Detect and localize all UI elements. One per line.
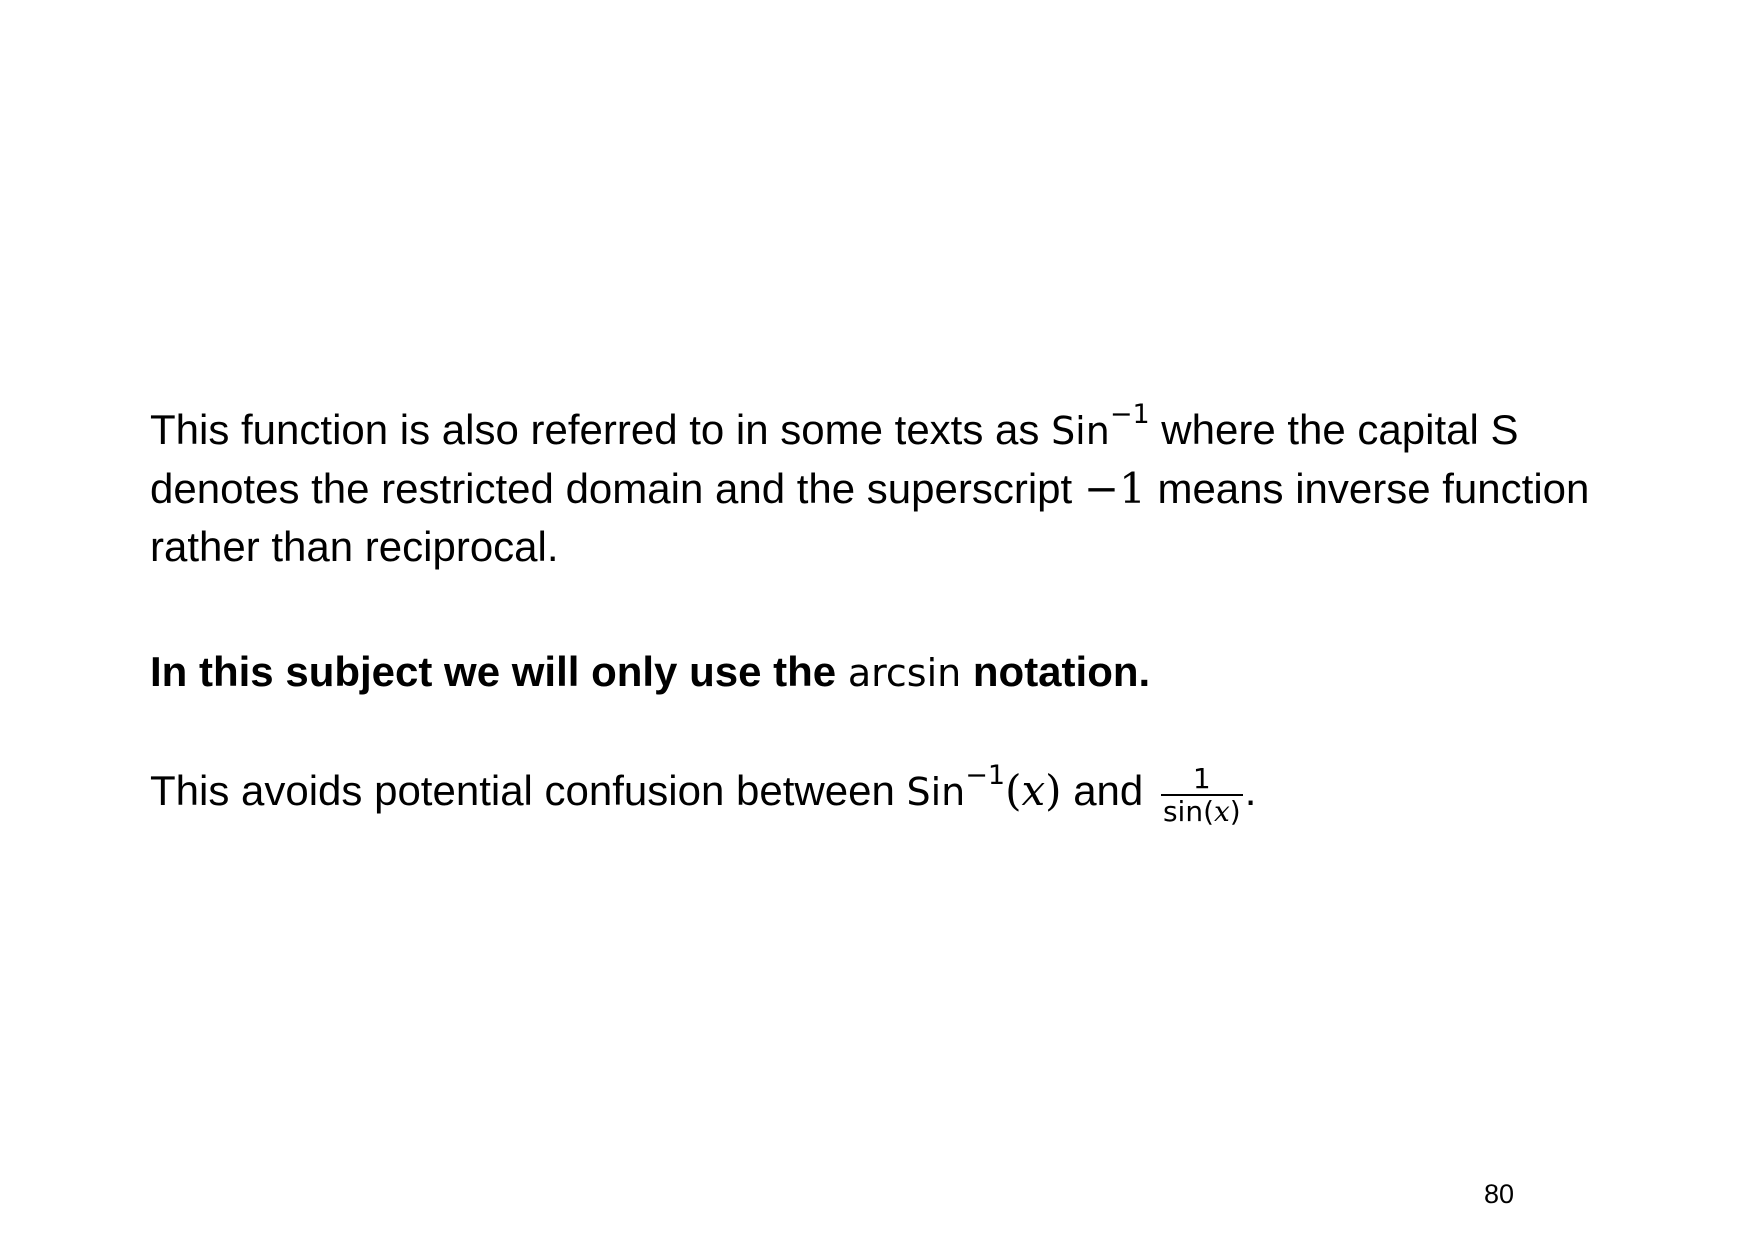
p2-text-b: notation. [961,648,1151,695]
paragraph-confusion: This avoids potential confusion between … [150,760,1590,828]
reciprocal-fraction: 1 sin(x) [1160,764,1243,828]
arcsin-symbol: arcsin [847,651,962,695]
fraction-numerator: 1 [1160,764,1243,796]
p3-text-c: . [1244,767,1257,815]
fraction-denominator: sin(x) [1161,796,1243,828]
denominator-close: ) [1229,795,1241,828]
paragraph-sin-inverse-notation: This function is also referred to in som… [150,401,1590,576]
inverse-exponent: −1 [1109,399,1150,430]
paren-open: ( [1005,766,1022,816]
paragraph-arcsin-policy: In this subject we will only use the arc… [150,643,1590,702]
paren-close: ) [1045,766,1062,816]
denominator-var: x [1214,795,1230,828]
inverse-exponent-2: −1 [965,760,1006,792]
p3-text-b: and [1061,767,1155,815]
slide: This function is also referred to in som… [0,0,1756,1242]
p3-text-a: This avoids potential confusion between [150,767,907,815]
p1-text-a: This function is also referred to in som… [150,406,1052,453]
page-number: 80 [1484,1179,1515,1209]
variable-x: x [1021,766,1046,816]
denominator-fn: sin( [1162,795,1214,828]
sin-capital-symbol: Sin [1051,409,1110,453]
p2-text-a: In this subject we will only use the [150,648,848,695]
sin-capital-symbol-2: Sin [906,770,966,815]
minus-one-symbol: −1 [1083,464,1146,513]
